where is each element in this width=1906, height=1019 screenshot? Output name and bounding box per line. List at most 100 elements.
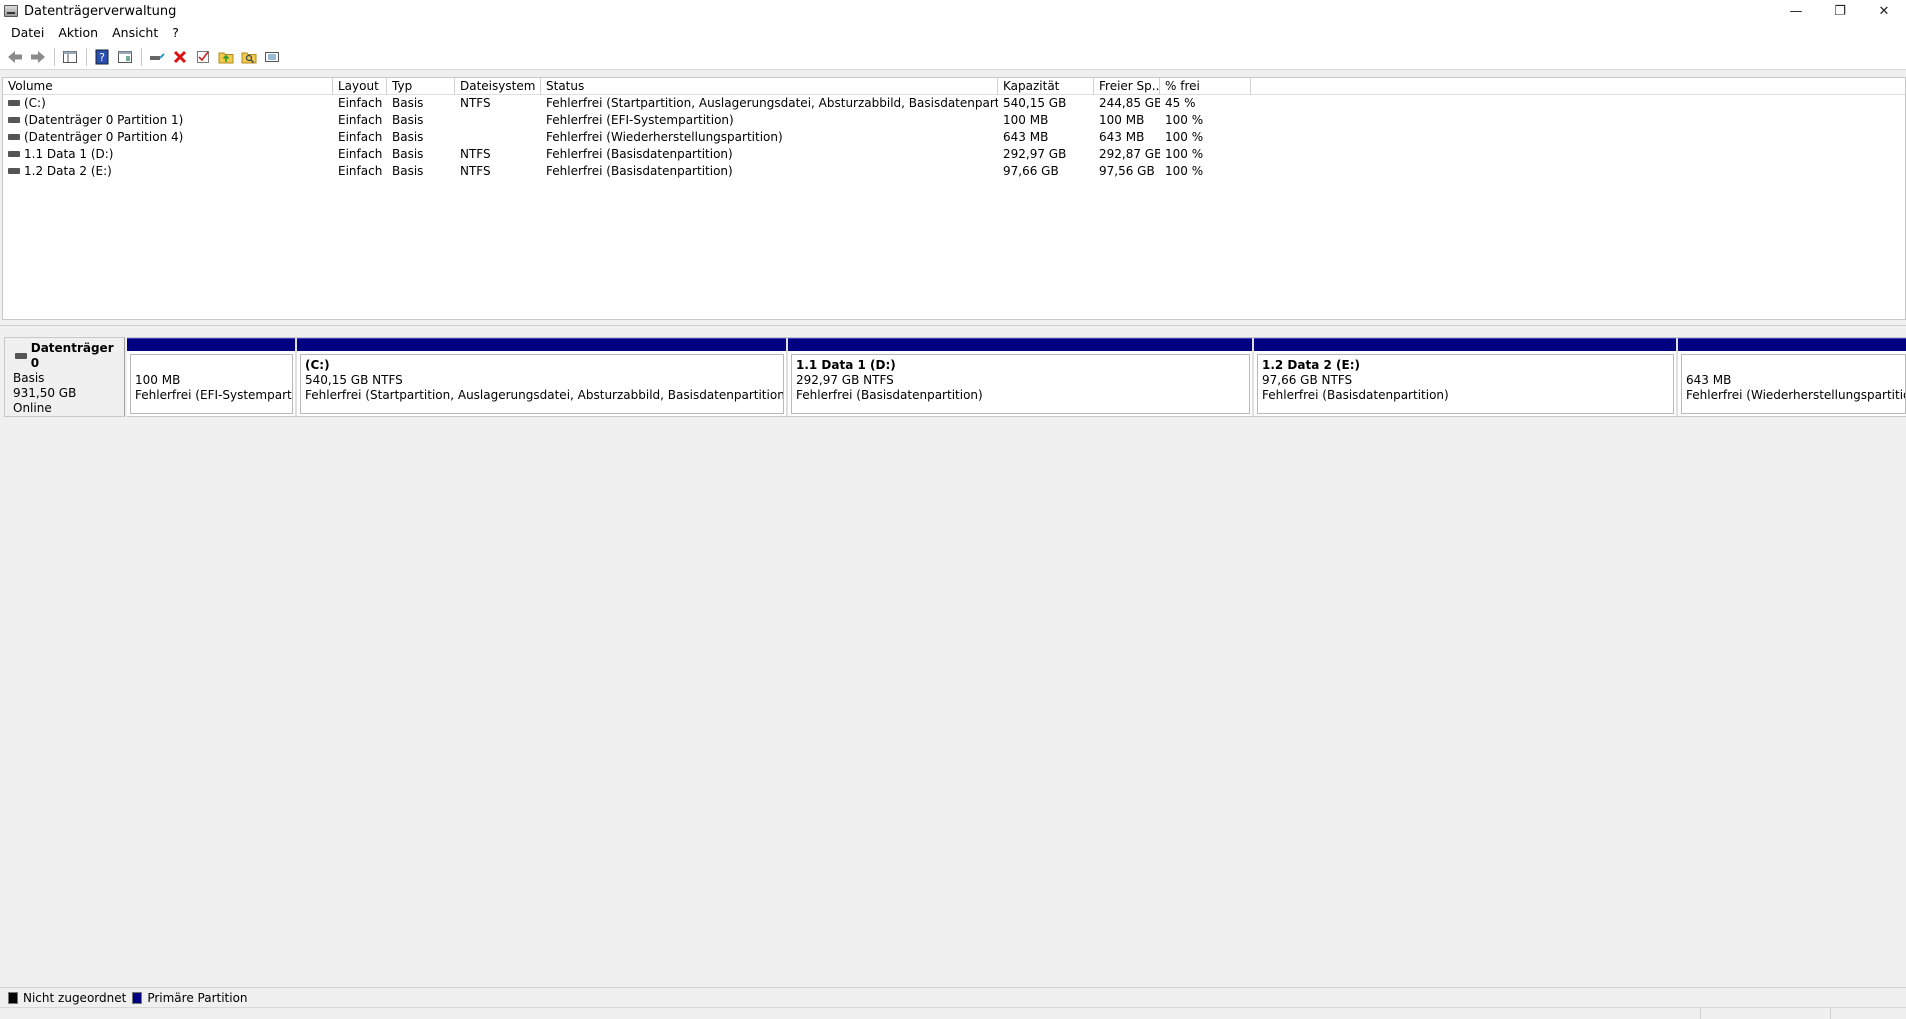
partition-status: Fehlerfrei (Startpartition, Auslagerungs…	[305, 388, 784, 402]
volume-filesystem: NTFS	[460, 96, 491, 110]
console-tree-button[interactable]	[59, 46, 81, 68]
legend-swatch-unallocated	[8, 991, 18, 1004]
properties-button[interactable]	[114, 46, 136, 68]
volume-percent-free: 100 %	[1165, 130, 1204, 144]
connect-disk-icon	[150, 52, 165, 60]
volume-name: (Datenträger 0 Partition 1)	[24, 113, 184, 127]
legend: Nicht zugeordnet Primäre Partition	[0, 987, 1906, 1007]
legend-swatch-primary	[132, 991, 143, 1004]
volume-type: Basis	[392, 113, 424, 127]
volume-list-header: Volume Layout Typ Dateisystem Status Kap…	[3, 78, 1905, 95]
disk-management-app-icon	[4, 5, 18, 17]
column-header-volume[interactable]: Volume	[3, 78, 333, 95]
volume-filesystem	[455, 112, 541, 129]
partition-bar	[297, 338, 786, 351]
partition-name: 1.2 Data 2 (E:)	[1262, 358, 1360, 372]
partition-status: Fehlerfrei (EFI-Systempartition)	[135, 388, 292, 402]
help-button[interactable]: ?	[91, 46, 113, 68]
volume-status: Fehlerfrei (Basisdatenpartition)	[546, 164, 733, 178]
volume-name: 1.2 Data 2 (E:)	[24, 164, 112, 178]
disk-info[interactable]: Datenträger 0 Basis 931,50 GB Online	[4, 337, 125, 417]
back-button[interactable]	[4, 46, 26, 68]
partition-strip: 100 MB Fehlerfrei (EFI-Systempartition) …	[127, 337, 1906, 417]
partition-status: Fehlerfrei (Wiederherstellungspartition)	[1686, 388, 1906, 402]
svg-text:?: ?	[99, 51, 105, 64]
volume-free-space: 292,87 GB	[1099, 147, 1160, 161]
column-header-status[interactable]: Status	[541, 78, 998, 95]
toolbar-separator	[141, 47, 142, 66]
partition-bar	[1678, 338, 1906, 351]
volume-type: Basis	[392, 164, 424, 178]
volume-status: Fehlerfrei (Wiederherstellungspartition)	[546, 130, 783, 144]
menu-bar: Datei Aktion Ansicht ?	[0, 22, 1906, 44]
disk-size: 931,50 GB	[13, 386, 77, 400]
volume-percent-free: 100 %	[1165, 113, 1204, 127]
volume-capacity: 292,97 GB	[1003, 147, 1067, 161]
forward-arrow-icon	[31, 50, 45, 63]
folder-up-button[interactable]	[215, 46, 237, 68]
table-row[interactable]: (Datenträger 0 Partition 1) Einfach Basi…	[3, 112, 1905, 129]
restore-button[interactable]: ❐	[1818, 0, 1862, 22]
menu-file[interactable]: Datei	[4, 22, 51, 44]
column-header-capacity[interactable]: Kapazität	[998, 78, 1094, 95]
legend-label: Primäre Partition	[147, 990, 248, 1005]
column-header-free-space[interactable]: Freier Sp...	[1094, 78, 1160, 95]
pane-splitter[interactable]	[0, 320, 1906, 326]
delete-icon	[173, 50, 187, 63]
title-bar[interactable]: Datenträgerverwaltung — ❐ ✕	[0, 0, 1906, 22]
menu-help[interactable]: ?	[165, 22, 186, 44]
column-header-filesystem[interactable]: Dateisystem	[455, 78, 541, 95]
volume-type: Basis	[392, 130, 424, 144]
volume-layout: Einfach	[338, 113, 383, 127]
minimize-button[interactable]: —	[1774, 0, 1818, 22]
close-button[interactable]: ✕	[1862, 0, 1906, 22]
forward-button[interactable]	[27, 46, 49, 68]
column-header-percent-free[interactable]: % frei	[1160, 78, 1251, 95]
volume-capacity: 643 MB	[1003, 130, 1049, 144]
partition-size: 540,15 GB NTFS	[305, 373, 403, 387]
volume-icon	[8, 133, 20, 140]
volume-layout: Einfach	[338, 164, 383, 178]
volume-free-space: 100 MB	[1099, 113, 1145, 127]
check-button[interactable]	[192, 46, 214, 68]
volume-layout: Einfach	[338, 96, 383, 110]
folder-search-button[interactable]	[238, 46, 260, 68]
table-row[interactable]: 1.1 Data 1 (D:) Einfach Basis NTFS Fehle…	[3, 146, 1905, 163]
partition-efi[interactable]: 100 MB Fehlerfrei (EFI-Systempartition)	[127, 338, 297, 416]
connect-disk-button[interactable]	[146, 46, 168, 68]
volume-type: Basis	[392, 147, 424, 161]
volume-status: Fehlerfrei (EFI-Systempartition)	[546, 113, 734, 127]
volume-icon	[8, 99, 20, 106]
volume-type: Basis	[392, 96, 424, 110]
column-header-layout[interactable]: Layout	[333, 78, 387, 95]
volume-layout: Einfach	[338, 130, 383, 144]
toolbar-separator	[54, 47, 55, 66]
volume-filesystem: NTFS	[460, 164, 491, 178]
delete-button[interactable]	[169, 46, 191, 68]
volume-percent-free: 45 %	[1165, 96, 1196, 110]
status-bar	[0, 1007, 1906, 1019]
menu-view[interactable]: Ansicht	[105, 22, 165, 44]
disk-name: Datenträger 0	[30, 341, 114, 370]
table-row[interactable]: (Datenträger 0 Partition 4) Einfach Basi…	[3, 129, 1905, 146]
partition-c[interactable]: (C:) 540,15 GB NTFS Fehlerfrei (Startpar…	[297, 338, 788, 416]
disk-type: Basis	[13, 371, 45, 385]
menu-action[interactable]: Aktion	[51, 22, 105, 44]
properties-icon	[118, 50, 132, 63]
volume-free-space: 643 MB	[1099, 130, 1145, 144]
partition-d[interactable]: 1.1 Data 1 (D:) 292,97 GB NTFS Fehlerfre…	[788, 338, 1254, 416]
column-header-type[interactable]: Typ	[387, 78, 455, 95]
list-view-button[interactable]	[261, 46, 283, 68]
table-row[interactable]: 1.2 Data 2 (E:) Einfach Basis NTFS Fehle…	[3, 163, 1905, 180]
partition-size: 100 MB	[135, 373, 181, 387]
volume-status: Fehlerfrei (Startpartition, Auslagerungs…	[546, 96, 998, 110]
volume-list[interactable]: Volume Layout Typ Dateisystem Status Kap…	[2, 77, 1906, 320]
partition-e[interactable]: 1.2 Data 2 (E:) 97,66 GB NTFS Fehlerfrei…	[1254, 338, 1678, 416]
folder-search-icon	[241, 52, 257, 63]
partition-size: 97,66 GB NTFS	[1262, 373, 1353, 387]
partition-size: 643 MB	[1686, 373, 1732, 387]
window-title: Datenträgerverwaltung	[24, 3, 177, 19]
table-row[interactable]: (C:) Einfach Basis NTFS Fehlerfrei (Star…	[3, 95, 1905, 112]
partition-recovery[interactable]: 643 MB Fehlerfrei (Wiederherstellungspar…	[1678, 338, 1906, 416]
volume-capacity: 97,66 GB	[1003, 164, 1059, 178]
